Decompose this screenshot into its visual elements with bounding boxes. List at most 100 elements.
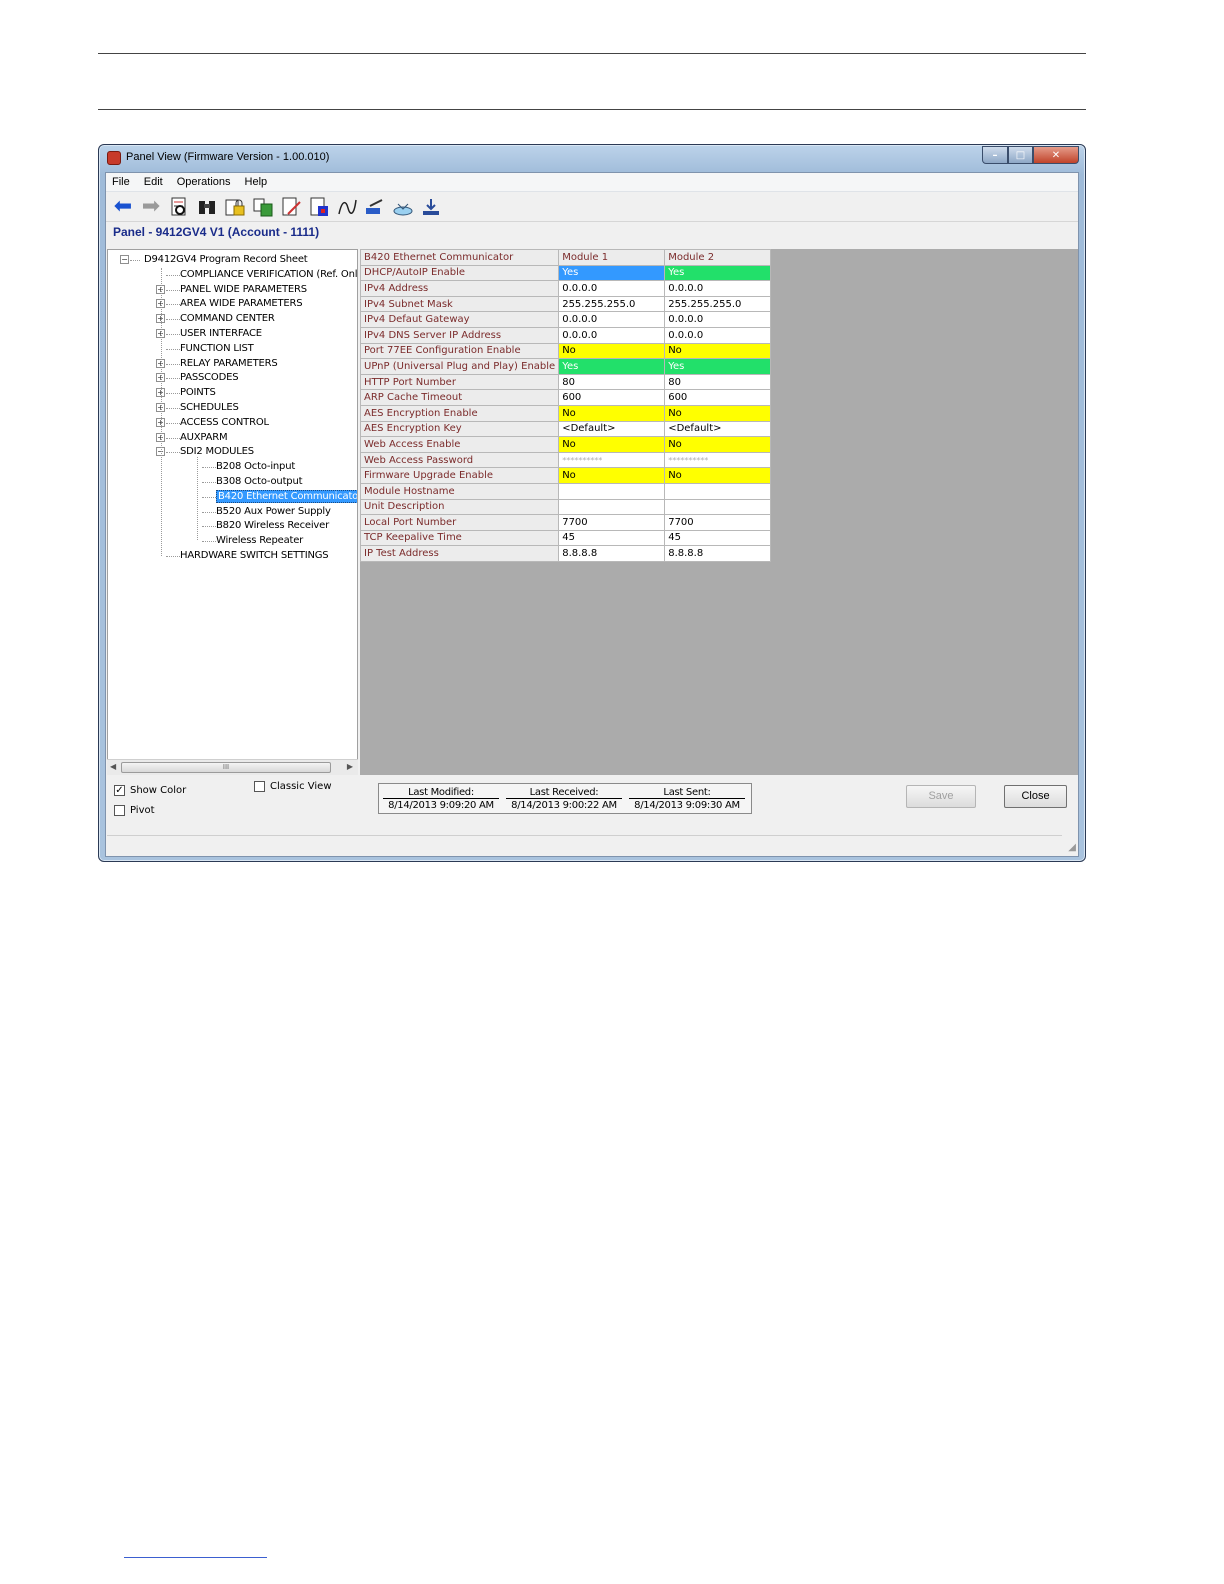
tree-item[interactable]: PANEL WIDE PARAMETERS (180, 283, 307, 297)
grid-value-cell[interactable] (664, 482, 772, 500)
forward-arrow-icon[interactable]: ➡ (139, 194, 163, 219)
grid-value-cell[interactable]: <Default> (558, 420, 666, 438)
tree-item[interactable]: AREA WIDE PARAMETERS (180, 297, 303, 311)
grid-value-cell[interactable]: 7700 (558, 514, 666, 531)
grid-value-cell[interactable]: 255.255.255.0 (558, 295, 666, 313)
resize-grip-icon[interactable]: ◢ (1064, 842, 1076, 854)
grid-value-cell[interactable]: Yes (558, 264, 666, 282)
grid-value-cell[interactable] (558, 498, 666, 516)
grid-value-cell[interactable]: No (558, 436, 666, 453)
tree-connector (202, 526, 216, 528)
tree-item[interactable]: B308 Octo-output (216, 475, 303, 489)
grid-value-cell[interactable]: 0.0.0.0 (664, 326, 772, 344)
download-icon[interactable] (419, 195, 443, 219)
grid-value-cell[interactable]: No (558, 467, 666, 484)
tree-item[interactable]: ACCESS CONTROL (180, 416, 269, 430)
grid-value-cell[interactable]: No (558, 404, 666, 422)
tree-item[interactable]: HARDWARE SWITCH SETTINGS (180, 549, 329, 563)
title-bar[interactable]: Panel View (Firmware Version - 1.00.010)… (99, 145, 1085, 171)
grid-value-cell[interactable]: 600 (558, 389, 666, 406)
tree-item[interactable]: Wireless Repeater (216, 534, 303, 548)
tree-item[interactable]: B420 Ethernet Communicator (216, 489, 357, 504)
tree-item[interactable]: B208 Octo-input (216, 460, 295, 474)
classic-view-checkbox[interactable]: Classic View (254, 781, 332, 792)
pivot-checkbox[interactable]: Pivot (114, 805, 155, 816)
close-window-button[interactable]: ✕ (1033, 146, 1079, 164)
dish-connect-svg (393, 203, 413, 215)
grid-value-cell[interactable]: Yes (664, 358, 772, 375)
menu-operations[interactable]: Operations (177, 176, 231, 188)
grid-value-cell[interactable]: 45 (664, 529, 772, 547)
grid-value-cell[interactable]: 8.8.8.8 (664, 545, 772, 562)
grid-value-cell[interactable]: ********** (664, 451, 772, 469)
pivot-checkbox-box[interactable] (114, 805, 125, 816)
tree-item[interactable]: AUXPARM (180, 431, 228, 445)
grid-value-cell[interactable]: No (664, 436, 772, 453)
grid-header-parameter: B420 Ethernet Communicator (359, 249, 560, 266)
grid-value-cell[interactable]: 45 (558, 529, 666, 547)
tree-item[interactable]: RELAY PARAMETERS (180, 357, 278, 371)
menu-edit[interactable]: Edit (144, 176, 163, 188)
tree-item[interactable]: USER INTERFACE (180, 327, 262, 341)
tree-expander-minus-icon[interactable]: − (120, 255, 129, 264)
grid-value-cell[interactable]: 600 (664, 389, 772, 406)
find-report-icon[interactable] (167, 195, 191, 219)
close-button[interactable]: Close (1004, 785, 1067, 808)
menu-help[interactable]: Help (245, 176, 268, 188)
tree-horizontal-scrollbar[interactable]: ◀ III ▶ (107, 759, 358, 775)
show-color-checkbox[interactable]: ✓ Show Color (114, 785, 186, 796)
grid-value-cell[interactable]: No (664, 342, 772, 360)
grid-value-cell[interactable]: 8.8.8.8 (558, 545, 666, 562)
grid-value-cell[interactable]: <Default> (664, 420, 772, 438)
tree-item[interactable]: B520 Aux Power Supply (216, 505, 331, 519)
copy-panel-icon[interactable] (251, 195, 275, 219)
grid-value-cell[interactable]: 0.0.0.0 (664, 311, 772, 328)
tree-item[interactable]: COMMAND CENTER (180, 312, 275, 326)
classic-view-checkbox-box[interactable] (254, 781, 265, 792)
minimize-button[interactable]: – (982, 146, 1008, 164)
tree-item[interactable]: SCHEDULES (180, 401, 239, 415)
grid-value-cell[interactable]: No (664, 404, 772, 422)
maximize-button[interactable]: □ (1008, 146, 1033, 164)
tree-item[interactable]: POINTS (180, 386, 216, 400)
back-arrow-icon[interactable]: ⬅ (111, 194, 135, 219)
diagnostics-icon[interactable] (335, 195, 359, 219)
grid-value-cell[interactable] (558, 482, 666, 500)
network-send-icon[interactable] (363, 195, 387, 219)
grid-value-cell[interactable]: 0.0.0.0 (558, 326, 666, 344)
save-button[interactable]: Save (906, 785, 976, 808)
tree-item[interactable]: PASSCODES (180, 371, 239, 385)
tree-item[interactable]: FUNCTION LIST (180, 342, 254, 356)
export-icon[interactable] (307, 195, 331, 219)
grid-value-cell[interactable]: Yes (558, 358, 666, 375)
binoculars-icon[interactable] (195, 195, 219, 219)
grid-parameter-name: IPv4 Subnet Mask (359, 295, 560, 313)
grid-value-cell[interactable] (664, 498, 772, 516)
menu-file[interactable]: File (112, 176, 130, 188)
tree-item[interactable]: D9412GV4 Program Record Sheet (144, 253, 308, 267)
scroll-thumb[interactable]: III (121, 762, 331, 773)
grid-value-cell[interactable]: 255.255.255.0 (664, 295, 772, 313)
grid-value-cell[interactable]: No (664, 467, 772, 484)
edit-document-icon[interactable] (279, 195, 303, 219)
grid-value-cell[interactable]: 80 (664, 373, 772, 391)
show-color-checkbox-box[interactable]: ✓ (114, 785, 125, 796)
grid-value-cell[interactable]: ********** (558, 451, 666, 469)
grid-value-cell[interactable]: 0.0.0.0 (558, 280, 666, 297)
grid-value-cell[interactable]: 80 (558, 373, 666, 391)
tree-item[interactable]: B820 Wireless Receiver (216, 519, 329, 533)
grid-value-cell[interactable]: 0.0.0.0 (558, 311, 666, 328)
grid-value-cell[interactable]: No (558, 342, 666, 360)
grid-row: AES Encryption Enable No No (359, 404, 772, 422)
scroll-left-icon[interactable]: ◀ (110, 762, 116, 771)
scroll-right-icon[interactable]: ▶ (347, 762, 353, 771)
grid-value-cell[interactable]: Yes (664, 264, 772, 282)
grid-value-cell[interactable]: 7700 (664, 514, 772, 531)
tree-item[interactable]: SDI2 MODULES (180, 445, 254, 459)
dish-connect-icon[interactable] (391, 195, 415, 219)
tree-item[interactable]: COMPLIANCE VERIFICATION (Ref. Onl (180, 268, 357, 282)
program-tree[interactable]: − D9412GV4 Program Record Sheet COMPLIANCE… (107, 249, 358, 775)
grid-value-cell[interactable]: 0.0.0.0 (664, 280, 772, 297)
parameter-grid[interactable]: B420 Ethernet Communicator Module 1 Module… (359, 249, 772, 562)
lock-key-icon[interactable] (223, 195, 247, 219)
